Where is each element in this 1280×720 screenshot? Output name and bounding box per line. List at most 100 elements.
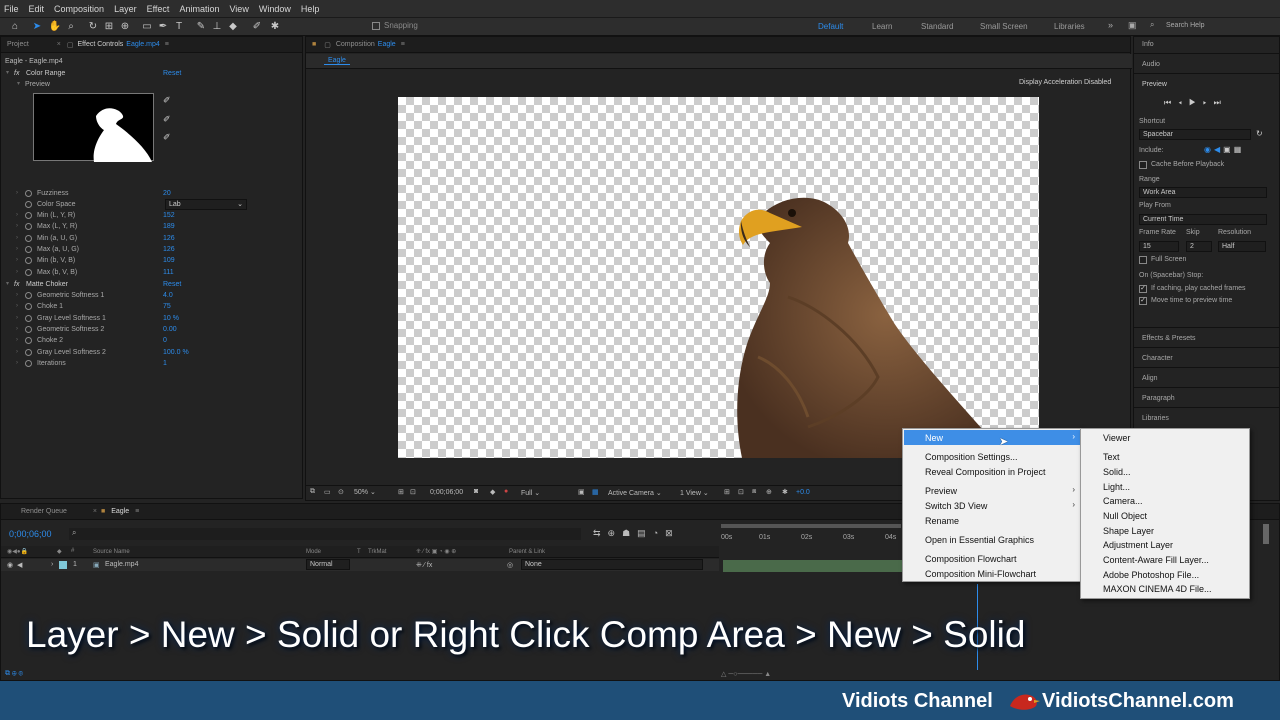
- twirl-icon[interactable]: ▾: [6, 68, 9, 79]
- submenu-item-camera[interactable]: Camera...: [1103, 494, 1143, 508]
- timeline-timecode[interactable]: 0;00;06;00: [9, 529, 52, 539]
- layer-duration-bar[interactable]: [723, 560, 903, 572]
- fx-icon[interactable]: fx: [14, 68, 19, 79]
- always-preview-icon[interactable]: ⧉: [310, 488, 315, 496]
- property-row[interactable]: › Min (L, Y, R) 152: [1, 210, 301, 221]
- property-row[interactable]: › Max (b, V, B) 111: [1, 267, 301, 278]
- timeline-scrollbar[interactable]: [1263, 524, 1269, 544]
- menu-file[interactable]: File: [4, 4, 19, 14]
- menu-item-comp-flowchart[interactable]: Composition Flowchart: [925, 552, 1017, 566]
- transparency-grid-icon[interactable]: ▦: [592, 488, 599, 496]
- views-dropdown[interactable]: 1 View ⌄: [680, 489, 709, 497]
- submenu-item-content-aware-fill[interactable]: Content-Aware Fill Layer...: [1103, 553, 1209, 567]
- property-row[interactable]: › Geometric Softness 1 4.0: [1, 290, 301, 301]
- timeline-icon[interactable]: ⧈: [752, 488, 756, 496]
- shortcut-dropdown[interactable]: Spacebar: [1139, 129, 1251, 140]
- zoom-dropdown[interactable]: 50% ⌄: [354, 488, 376, 496]
- stopwatch-icon[interactable]: [25, 212, 32, 219]
- region-of-interest-icon[interactable]: ▣: [578, 488, 585, 496]
- reset-button[interactable]: Reset: [163, 68, 181, 79]
- info-panel-tab[interactable]: Info: [1142, 41, 1154, 48]
- timeline-bottom-icons[interactable]: ⧉ ⊕ ⊛: [5, 670, 23, 678]
- parent-dropdown[interactable]: None: [521, 559, 703, 570]
- time-ruler[interactable]: 00s 01s 02s 03s 04s: [721, 528, 901, 546]
- property-value[interactable]: 100.0 %: [163, 347, 189, 358]
- submenu-item-light[interactable]: Light...: [1103, 480, 1130, 494]
- comp-region-icon[interactable]: ⊙: [338, 488, 344, 496]
- menu-composition[interactable]: Composition: [54, 4, 104, 14]
- reset-button[interactable]: Reset: [163, 279, 181, 290]
- stopwatch-icon[interactable]: [25, 360, 32, 367]
- rectangle-tool-icon[interactable]: ▭: [140, 20, 154, 34]
- audio-speaker-icon[interactable]: ◀: [1214, 145, 1223, 154]
- prev-frame-icon[interactable]: ◂: [1178, 98, 1189, 107]
- submenu-item-viewer[interactable]: Viewer: [1103, 431, 1130, 445]
- menu-window[interactable]: Window: [259, 4, 291, 14]
- property-value[interactable]: 10 %: [163, 313, 179, 324]
- property-value[interactable]: 0.00: [163, 324, 177, 335]
- menu-layer[interactable]: Layer: [114, 4, 137, 14]
- last-frame-icon[interactable]: ⏭: [1214, 98, 1228, 107]
- reset-icon[interactable]: ↻: [1256, 129, 1263, 138]
- stopwatch-icon[interactable]: [25, 190, 32, 197]
- mask-visibility-icon[interactable]: ▭: [324, 488, 331, 496]
- property-row[interactable]: › Max (a, U, G) 126: [1, 244, 301, 255]
- frame-rate-dropdown[interactable]: 15: [1139, 241, 1179, 252]
- color-channels-icon[interactable]: ●: [504, 488, 508, 495]
- zoom-tool-icon[interactable]: ⌕: [64, 20, 78, 34]
- property-row[interactable]: › Fuzziness 20: [1, 188, 301, 199]
- menu-item-comp-mini-flowchart[interactable]: Composition Mini-Flowchart: [925, 567, 1036, 581]
- stopwatch-icon[interactable]: [25, 303, 32, 310]
- tab-composition[interactable]: Composition: [336, 41, 375, 48]
- visibility-eye-icon[interactable]: ◉: [7, 561, 13, 569]
- overlay-icon[interactable]: ▣: [1223, 145, 1234, 154]
- property-value[interactable]: 75: [163, 301, 171, 312]
- menu-effect[interactable]: Effect: [147, 4, 170, 14]
- pen-tool-icon[interactable]: ✒: [156, 20, 170, 34]
- range-dropdown[interactable]: Work Area: [1139, 187, 1267, 198]
- property-row[interactable]: › Gray Level Softness 2 100.0 %: [1, 347, 301, 358]
- subtab-eagle[interactable]: Eagle: [324, 57, 350, 65]
- comp-flowchart-icon[interactable]: ⇆: [593, 528, 608, 538]
- matte-choker-row[interactable]: ▾ fx Matte Choker Reset: [1, 279, 301, 290]
- camera-tool-icon[interactable]: ⊞: [102, 20, 116, 34]
- menu-item-new[interactable]: New: [925, 431, 943, 445]
- fx-icon[interactable]: fx: [14, 279, 19, 290]
- cache-before-playback-checkbox[interactable]: [1139, 161, 1147, 169]
- first-frame-icon[interactable]: ⏮: [1164, 98, 1178, 107]
- panel-menu-icon[interactable]: ≡: [165, 41, 169, 48]
- home-icon[interactable]: ⌂: [8, 20, 22, 34]
- video-eye-icon[interactable]: ◉: [1204, 145, 1214, 154]
- workspace-small-screen[interactable]: Small Screen: [980, 22, 1028, 31]
- stopwatch-icon[interactable]: [25, 337, 32, 344]
- stopwatch-icon[interactable]: [25, 292, 32, 299]
- tab-render-queue[interactable]: Render Queue: [21, 508, 67, 515]
- label-color-icon[interactable]: [59, 561, 67, 569]
- layer-controls-icon[interactable]: ▦: [1234, 145, 1245, 154]
- rotate-tool-icon[interactable]: ↻: [86, 20, 100, 34]
- stopwatch-icon[interactable]: [25, 246, 32, 253]
- clone-stamp-icon[interactable]: ⊥: [210, 20, 224, 34]
- menu-item-switch-3d-view[interactable]: Switch 3D View: [925, 499, 987, 513]
- menu-help[interactable]: Help: [301, 4, 320, 14]
- eyedropper-icon[interactable]: ✐: [163, 95, 171, 106]
- fast-preview-icon[interactable]: ⊡: [738, 488, 744, 496]
- property-row[interactable]: › Choke 1 75: [1, 301, 301, 312]
- stopwatch-icon[interactable]: [25, 326, 32, 333]
- grid-icon[interactable]: ⊡: [410, 488, 416, 496]
- color-range-row[interactable]: ▾ fx Color Range Reset: [1, 68, 301, 79]
- tab-comp-name[interactable]: Eagle: [378, 41, 396, 48]
- property-row[interactable]: Color Space Lab ⌄: [1, 199, 301, 210]
- workspace-default[interactable]: Default: [818, 22, 843, 31]
- twirl-icon[interactable]: ›: [51, 561, 53, 568]
- effects-presets-tab[interactable]: Effects & Presets: [1142, 335, 1196, 342]
- hand-tool-icon[interactable]: ✋: [48, 20, 62, 34]
- eyedropper-plus-icon[interactable]: ✐: [163, 114, 171, 125]
- stopwatch-icon[interactable]: [25, 269, 32, 276]
- property-value[interactable]: 109: [163, 255, 175, 266]
- resolution-dropdown[interactable]: Half: [1218, 241, 1266, 252]
- play-from-dropdown[interactable]: Current Time: [1139, 214, 1267, 225]
- property-value[interactable]: 189: [163, 221, 175, 232]
- show-snapshot-icon[interactable]: ◆: [490, 488, 495, 496]
- lock-icon[interactable]: ▢: [324, 41, 331, 49]
